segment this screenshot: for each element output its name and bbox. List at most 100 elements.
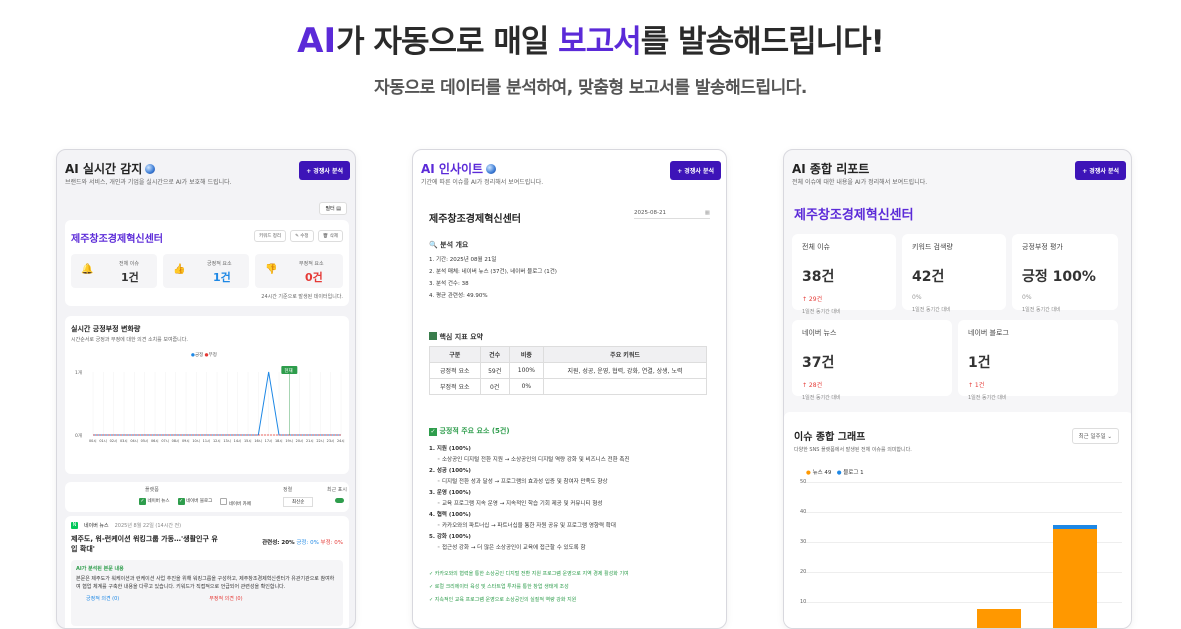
x-tick-label: 19시 <box>285 439 292 443</box>
kpi-table: 구분 건수 비중 주요 키워드 긍정적 요소 59건 100% 지원, 성공, 운영, 협력… <box>429 346 707 395</box>
period-select[interactable]: 최근 일주일 ⌄ <box>1071 428 1119 444</box>
thumbs-up-icon: 👍 <box>173 264 186 275</box>
table-row: 부정적 요소 0건 0% <box>429 378 707 395</box>
x-tick-label: 15시 <box>244 439 251 443</box>
issue-graph-panel: 이슈 종합 그래프 다양한 SNS 플랫폼에서 발생된 전체 이슈를 의미합니다… <box>784 412 1131 628</box>
y-tick-label: 0개 <box>75 432 82 439</box>
x-tick-label: 24시 <box>337 439 344 443</box>
ai-report-card: AI 종합 리포트 전체 이슈에 대한 내용을 AI가 정리해서 보여드립니다.… <box>783 149 1132 629</box>
y-tick-label: 1개 <box>75 369 82 376</box>
toggle-switch[interactable] <box>335 498 344 503</box>
x-tick-label: 14시 <box>234 439 241 443</box>
chart-icon <box>429 332 437 340</box>
updated-note: 24시간 기준으로 발생된 데이터입니다. <box>261 294 343 300</box>
x-tick-label: 20시 <box>296 439 303 443</box>
platform-checkbox-cafe[interactable]: 네이버 카페 <box>220 498 251 507</box>
filter-button[interactable]: 필터 ▤ <box>319 202 347 215</box>
x-tick-label: 08시 <box>172 439 179 443</box>
calendar-icon: ▦ <box>704 210 710 216</box>
graph-legend: ● 뉴스 49 ● 블로그 1 <box>806 470 864 476</box>
table-row: 긍정적 요소 59건 100% 지원, 성공, 운영, 협력, 강화, 연결, 상생,… <box>429 362 707 379</box>
card-title: AI 인사이트 <box>421 160 497 177</box>
x-tick-label: 07시 <box>161 439 168 443</box>
company-name: 제주창조경제혁신센터 <box>429 214 521 225</box>
x-tick-label: 06시 <box>151 439 158 443</box>
x-tick-label: 12시 <box>213 439 220 443</box>
news-headline[interactable]: 제주도, 워-런케이션 워킹그룹 가동…'생활인구 유입 확대' <box>71 534 221 554</box>
positive-list: 1. 지원 (100%) ◦ 소상공인 디지털 전환 지원 → 소상공인의 디지털… <box>429 446 630 551</box>
x-tick-label: 16시 <box>254 439 261 443</box>
date-picker[interactable]: 2025-08-21 ▦ <box>634 210 710 219</box>
stat-total-issues: 전체 이슈 38건 ↑ 29건 1일전 동기간 대비 <box>792 234 896 315</box>
company-panel: 제주창조경제혁신센터 키워드 정리 ✎ 수정 🗑 삭제 🔔 전체 이슈 1건 👍… <box>65 220 349 306</box>
graph-title: 이슈 종합 그래프 <box>794 432 866 443</box>
chart-title: 실시간 긍정부정 변화량 <box>71 325 141 333</box>
x-tick-label: 09시 <box>182 439 189 443</box>
competitor-analysis-button[interactable]: + 경쟁사 분석 <box>299 161 350 180</box>
bar-chart-area: 50 40 30 20 10 <box>800 479 1122 628</box>
realtime-detection-card: AI 실시간 감지 브랜드와 서비스, 개인과 기업을 실시간으로 AI가 보호… <box>56 149 356 629</box>
card-desc: 브랜드와 서비스, 개인과 기업을 실시간으로 AI가 보호해 드립니다. <box>65 179 232 186</box>
card-desc: 전체 이슈에 대한 내용을 AI가 정리해서 보여드립니다. <box>792 179 928 186</box>
card-desc: 기간에 따른 이슈를 AI가 정리해서 보여드립니다. <box>421 179 544 186</box>
chart-panel: 실시간 긍정부정 변화량 시간순서로 긍정과 부정에 대한 의견 소치를 보여줍… <box>65 316 349 474</box>
stat-total: 🔔 전체 이슈 1건 <box>71 254 157 288</box>
stat-positive: 👍 긍정적 요소 1건 <box>163 254 249 288</box>
platform-checkbox-blog[interactable]: ✓ 네이버 블로그 <box>177 498 212 507</box>
company-name: 제주창조경제혁신센터 <box>71 234 163 245</box>
stat-negative: 👎 부정적 요소 0건 <box>255 254 343 288</box>
tooltip-label: 현재 <box>284 367 292 374</box>
keyword-button[interactable]: 키워드 정리 <box>253 230 287 242</box>
bar-news-day6 <box>977 609 1021 628</box>
kpi-title: 핵심 지표 요약 <box>429 332 483 342</box>
delete-button[interactable]: 🗑 삭제 <box>317 230 343 242</box>
ai-insight-card: AI 인사이트 기간에 따른 이슈를 AI가 정리해서 보여드립니다. + 경쟁… <box>412 149 727 629</box>
stat-naver-blog: 네이버 블로그 1건 ↑ 1건 1일전 동기간 대비 <box>958 320 1118 401</box>
bar-news-day7 <box>1053 529 1097 628</box>
x-tick-label: 04시 <box>130 439 137 443</box>
bell-icon: 🔔 <box>81 264 94 275</box>
competitor-analysis-button[interactable]: + 경쟁사 분석 <box>670 161 721 180</box>
x-tick-label: 21시 <box>306 439 313 443</box>
sort-select[interactable]: 최신순 <box>283 497 314 507</box>
x-tick-label: 13시 <box>223 439 230 443</box>
news-item[interactable]: N 네이버 뉴스 2025년 8월 22일 (14시간 전) 제주도, 워-런케… <box>65 516 349 628</box>
overview-list: 1. 기간: 2025년 08월 21일 2. 분석 매체: 네이버 뉴스 (37… <box>429 257 557 299</box>
filter-panel: 플랫폼 정렬 최근 표시 ✓ 네이버 뉴스 ✓ 네이버 블로그 네이버 카페 최… <box>65 482 349 512</box>
check-icon: ✓ <box>429 428 437 436</box>
ai-orb-icon <box>486 164 497 174</box>
x-tick-label: 10시 <box>192 439 199 443</box>
x-tick-label: 22시 <box>316 439 323 443</box>
filter-icon: ▤ <box>336 206 341 212</box>
x-tick-label: 18시 <box>275 439 282 443</box>
stat-naver-news: 네이버 뉴스 37건 ↑ 28건 1일전 동기간 대비 <box>792 320 952 401</box>
chevron-down-icon: ⌄ <box>1107 434 1112 440</box>
x-tick-label: 02시 <box>110 439 117 443</box>
overview-title: 🔍 분석 개요 <box>429 241 469 249</box>
x-tick-label: 01시 <box>99 439 106 443</box>
hero-title: AI가 자동으로 매일 보고서를 발송해드립니다! <box>297 21 885 61</box>
realtime-line-chart: 1개 0개 00시 01시 02시 03시 04시 05시 06시 07시 08시 09시 10시 11시… <box>75 366 344 443</box>
x-tick-label: 05시 <box>141 439 148 443</box>
company-name: 제주창조경제혁신센터 <box>794 208 914 223</box>
edit-button[interactable]: ✎ 수정 <box>290 230 314 242</box>
card-title: AI 종합 리포트 <box>792 162 870 176</box>
x-tick-label: 03시 <box>120 439 127 443</box>
x-tick-label: 17시 <box>265 439 272 443</box>
x-tick-label: 23시 <box>327 439 334 443</box>
competitor-analysis-button[interactable]: + 경쟁사 분석 <box>1075 161 1126 180</box>
stat-keyword-volume: 키워드 검색량 42건 0% 1일전 동기간 대비 <box>902 234 1006 313</box>
ai-orb-icon <box>145 164 156 174</box>
stat-sentiment: 긍정부정 평가 긍정 100% 0% 1일전 동기간 대비 <box>1012 234 1118 313</box>
card-title: AI 실시간 감지 <box>65 160 156 177</box>
chart-desc: 시간순서로 긍정과 부정에 대한 의견 소치를 보여줍니다. <box>71 337 188 343</box>
x-tick-label: 00시 <box>89 439 96 443</box>
hero-subtitle: 자동으로 데이터를 분석하여, 맞춤형 보고서를 발송해드립니다. <box>374 78 807 98</box>
thumbs-down-icon: 👎 <box>265 264 278 275</box>
ai-summary: AI가 분석된 본문 내용 본문은 제주도가 워케이션과 런케이션 사업 추진을… <box>71 560 343 626</box>
hero-ai: AI <box>297 21 337 61</box>
positive-title: ✓ 긍정적 주요 요소 (5건) <box>429 427 510 436</box>
graph-desc: 다양한 SNS 플랫폼에서 발생된 전체 이슈를 의미합니다. <box>794 447 912 453</box>
platform-checkbox-news[interactable]: ✓ 네이버 뉴스 <box>139 498 170 507</box>
naver-icon: N <box>71 522 78 529</box>
